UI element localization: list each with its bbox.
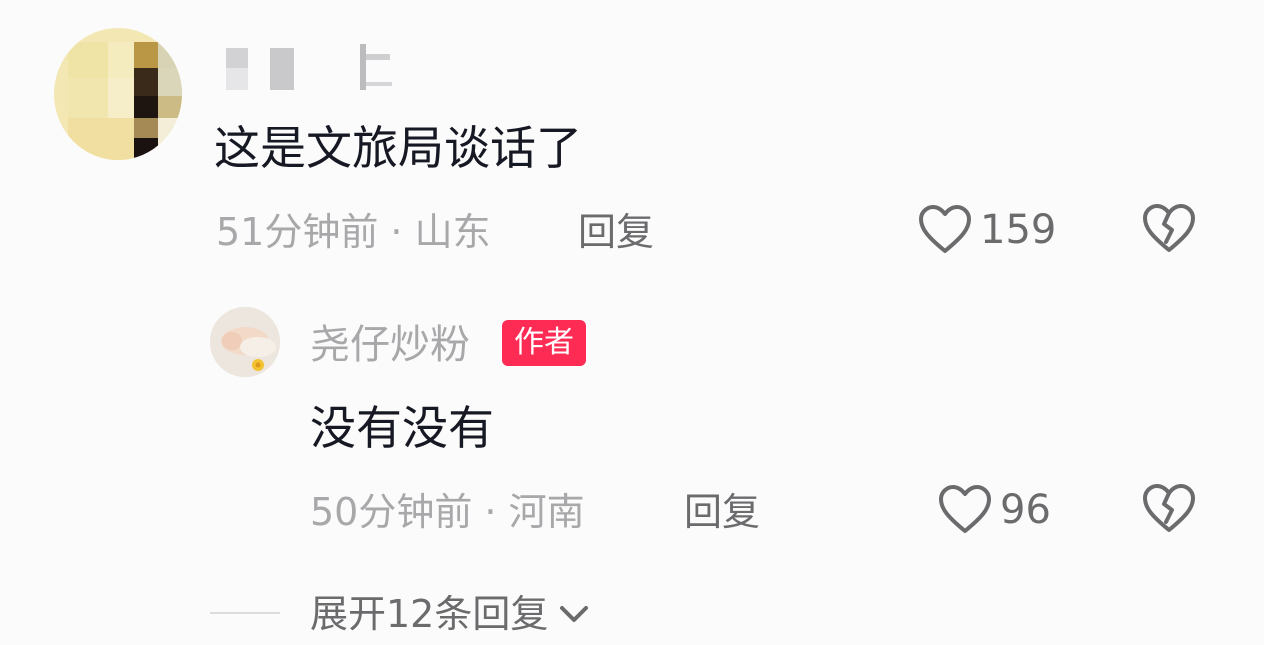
commenter-name[interactable] — [226, 44, 396, 92]
reply-text: 没有没有 — [310, 401, 494, 455]
heart-outline-icon — [919, 205, 971, 253]
broken-heart-icon — [1143, 484, 1195, 532]
reply-author-avatar[interactable] — [210, 307, 280, 377]
chevron-down-icon — [560, 606, 589, 622]
commenter-avatar[interactable] — [54, 28, 182, 160]
reply-time-location: 50分钟前 · 河南 — [310, 490, 585, 534]
comment-time-location: 51分钟前 · 山东 — [216, 210, 491, 254]
reply-author-name[interactable]: 尧仔炒粉 — [310, 318, 470, 372]
reply-like-button[interactable]: 96 — [938, 484, 1051, 536]
reply-like-count: 96 — [1000, 487, 1051, 533]
expand-divider — [210, 612, 280, 614]
comment-like-button[interactable]: 159 — [918, 204, 1056, 256]
comment-reply-button[interactable]: 回复 — [578, 206, 654, 258]
comment-text: 这是文旅局谈话了 — [214, 121, 582, 175]
comment-dislike-button[interactable] — [1142, 204, 1196, 258]
broken-heart-icon — [1143, 204, 1195, 252]
avatar-photo — [210, 307, 280, 377]
reply-reply-button[interactable]: 回复 — [684, 486, 760, 538]
comment-like-count: 159 — [980, 207, 1057, 253]
expand-replies-label: 展开12条回复 — [310, 592, 549, 636]
heart-outline-icon — [939, 485, 991, 533]
author-badge: 作者 — [502, 320, 586, 366]
reply-dislike-button[interactable] — [1142, 484, 1196, 538]
expand-replies-button[interactable]: 展开12条回复 — [310, 588, 594, 640]
